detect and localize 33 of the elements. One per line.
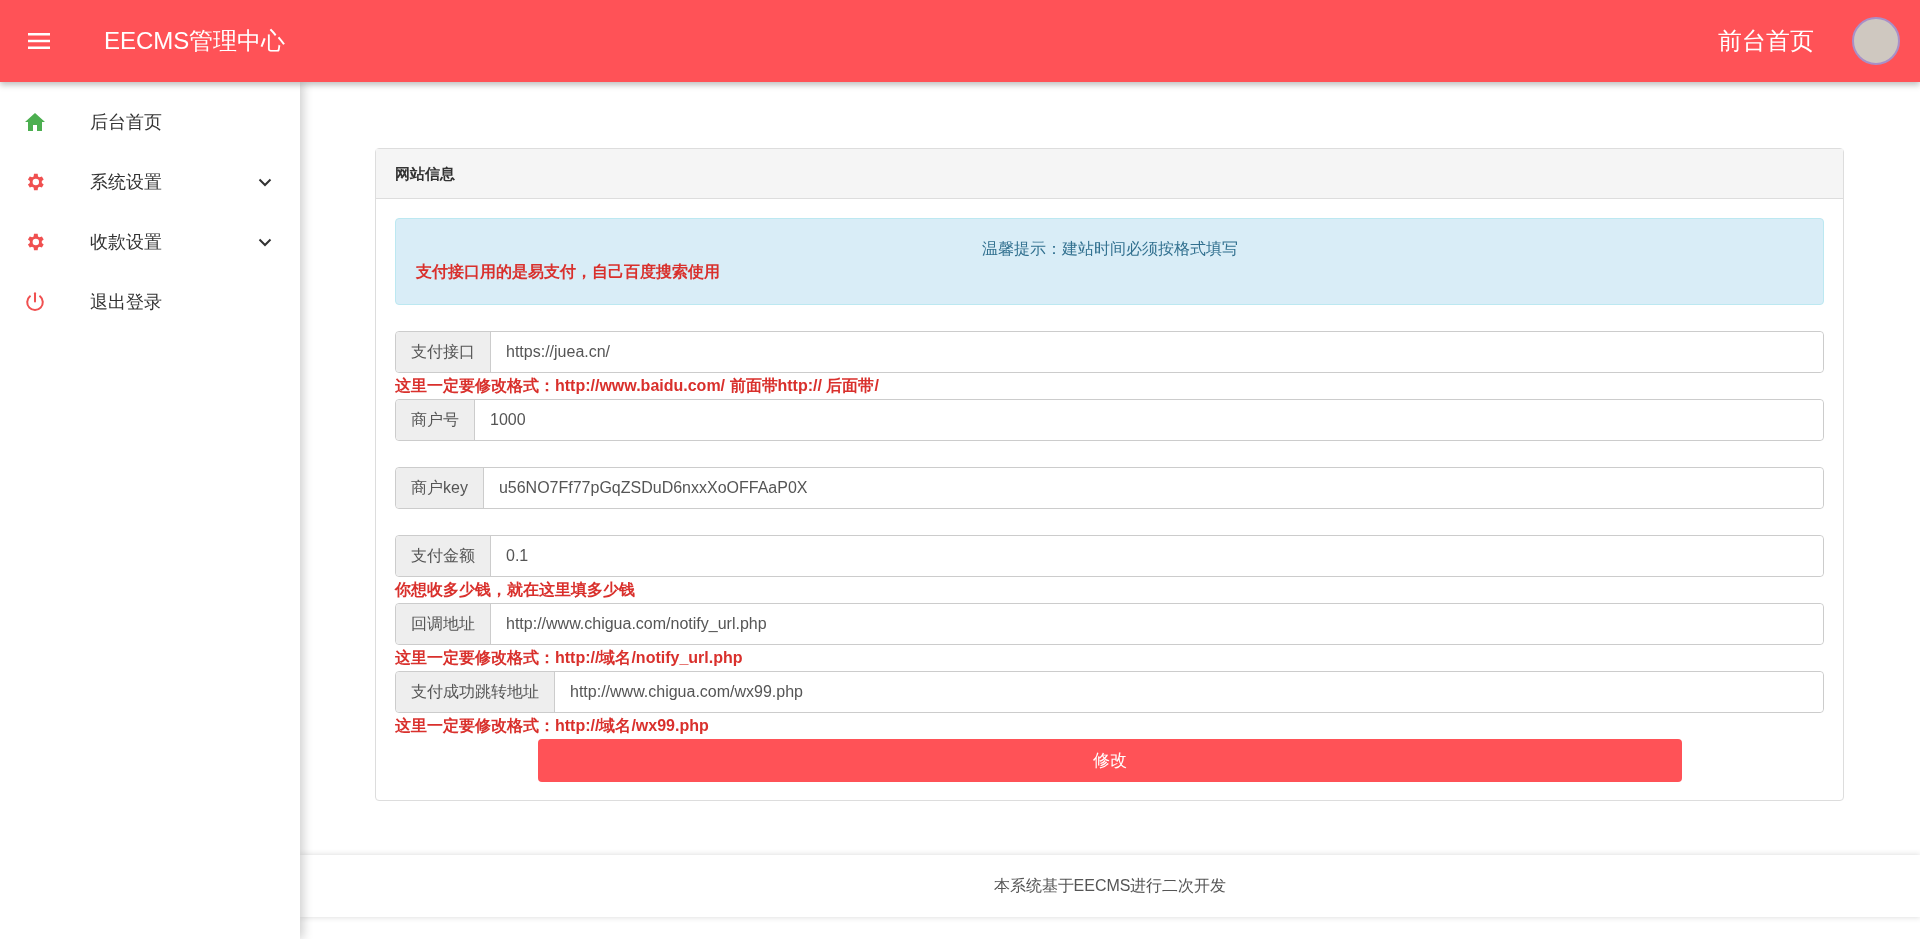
sidebar-item[interactable]: 系统设置 (0, 152, 300, 212)
sidebar-item[interactable]: 退出登录 (0, 272, 300, 332)
sidebar-item[interactable]: 收款设置 (0, 212, 300, 272)
avatar[interactable] (1852, 17, 1900, 65)
alert-warning: 支付接口用的是易支付，自己百度搜索使用 (416, 262, 721, 282)
input-field[interactable]: 商户key u56NO7Ff77pGqZSDuD6nxxXoOFFAaP0X (395, 467, 1824, 509)
field-note: 这里一定要修改格式：http://www.baidu.com/ 前面带http:// 后面带/ (395, 376, 880, 396)
field-note: 你想收多少钱，就在这里填多少钱 (395, 580, 636, 600)
sidebar-label: 收款设置 (90, 231, 163, 254)
sidebar-label: 退出登录 (90, 291, 163, 314)
field-note: 这里一定要修改格式：http://域名/wx99.php (395, 716, 710, 736)
menu-icon (28, 33, 50, 49)
home-icon (24, 112, 46, 132)
card-title: 网站信息 (376, 149, 1843, 199)
field-label: 商户号 (396, 400, 475, 440)
field-label: 支付金额 (396, 536, 491, 576)
power-icon (24, 291, 46, 313)
input-field[interactable]: 回调地址 http://www.chigua.com/notify_url.php (395, 603, 1824, 645)
field-label: 支付接口 (396, 332, 491, 372)
input-field[interactable]: 支付接口 https://juea.cn/ (395, 331, 1824, 373)
field-note: 这里一定要修改格式：http://域名/notify_url.php (395, 648, 744, 668)
field-label: 回调地址 (396, 604, 491, 644)
footer-text: 本系统基于EECMS进行二次开发 (993, 875, 1227, 896)
field-label: 支付成功跳转地址 (396, 672, 555, 712)
input-field[interactable]: 支付成功跳转地址 http://www.chigua.com/wx99.php (395, 671, 1824, 713)
field-label: 商户key (396, 468, 484, 508)
input-field[interactable]: 支付金额 0.1 (395, 535, 1824, 577)
sidebar-item[interactable]: 后台首页 (0, 92, 300, 152)
input-field[interactable]: 商户号 1000 (395, 399, 1824, 441)
sidebar-label: 系统设置 (90, 171, 163, 194)
app-title: EECMS管理中心 (104, 26, 286, 56)
sidebar-label: 后台首页 (90, 111, 163, 134)
alert-notice: 温馨提示：建站时间必须按格式填写 (980, 239, 1239, 259)
